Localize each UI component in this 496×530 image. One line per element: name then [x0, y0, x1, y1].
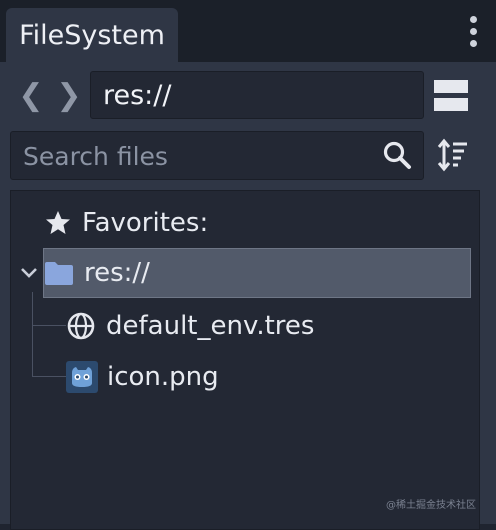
forward-button[interactable]: ❯: [56, 72, 82, 118]
tree-item-res-root[interactable]: res://: [44, 255, 150, 291]
tree-guide-line: [32, 325, 66, 326]
chevron-down-icon[interactable]: [20, 266, 38, 280]
search-input[interactable]: [21, 138, 375, 174]
tab-label: FileSystem: [19, 19, 165, 51]
path-value: res://: [103, 79, 172, 111]
tree-item-file[interactable]: default_env.tres: [66, 308, 314, 344]
favorites-label: Favorites:: [82, 208, 209, 238]
tree-guide-line: [32, 292, 33, 376]
dock-menu-icon[interactable]: [466, 16, 480, 50]
watermark: @稀土掘金技术社区: [386, 500, 476, 511]
toggle-split-mode-button[interactable]: [434, 80, 470, 112]
folder-icon: [45, 262, 73, 285]
tree-guide-line: [32, 376, 66, 377]
chevron-left-icon: ❮: [18, 77, 44, 113]
tree-item-label: icon.png: [107, 362, 219, 392]
back-button[interactable]: ❮: [18, 72, 44, 118]
path-input[interactable]: res://: [90, 71, 424, 119]
tree-item-label: res://: [84, 258, 150, 288]
search-box[interactable]: [10, 131, 424, 180]
tree-item-label: default_env.tres: [106, 311, 315, 341]
globe-icon: [67, 312, 95, 340]
star-icon: [46, 211, 70, 234]
sort-icon[interactable]: [436, 138, 470, 172]
chevron-right-icon: ❯: [56, 77, 82, 113]
tab-filesystem[interactable]: FileSystem: [6, 8, 178, 62]
godot-image-icon: [66, 361, 98, 393]
search-icon[interactable]: [382, 140, 412, 170]
favorites-row[interactable]: Favorites:: [44, 205, 208, 241]
tree-item-file[interactable]: icon.png: [66, 359, 219, 395]
